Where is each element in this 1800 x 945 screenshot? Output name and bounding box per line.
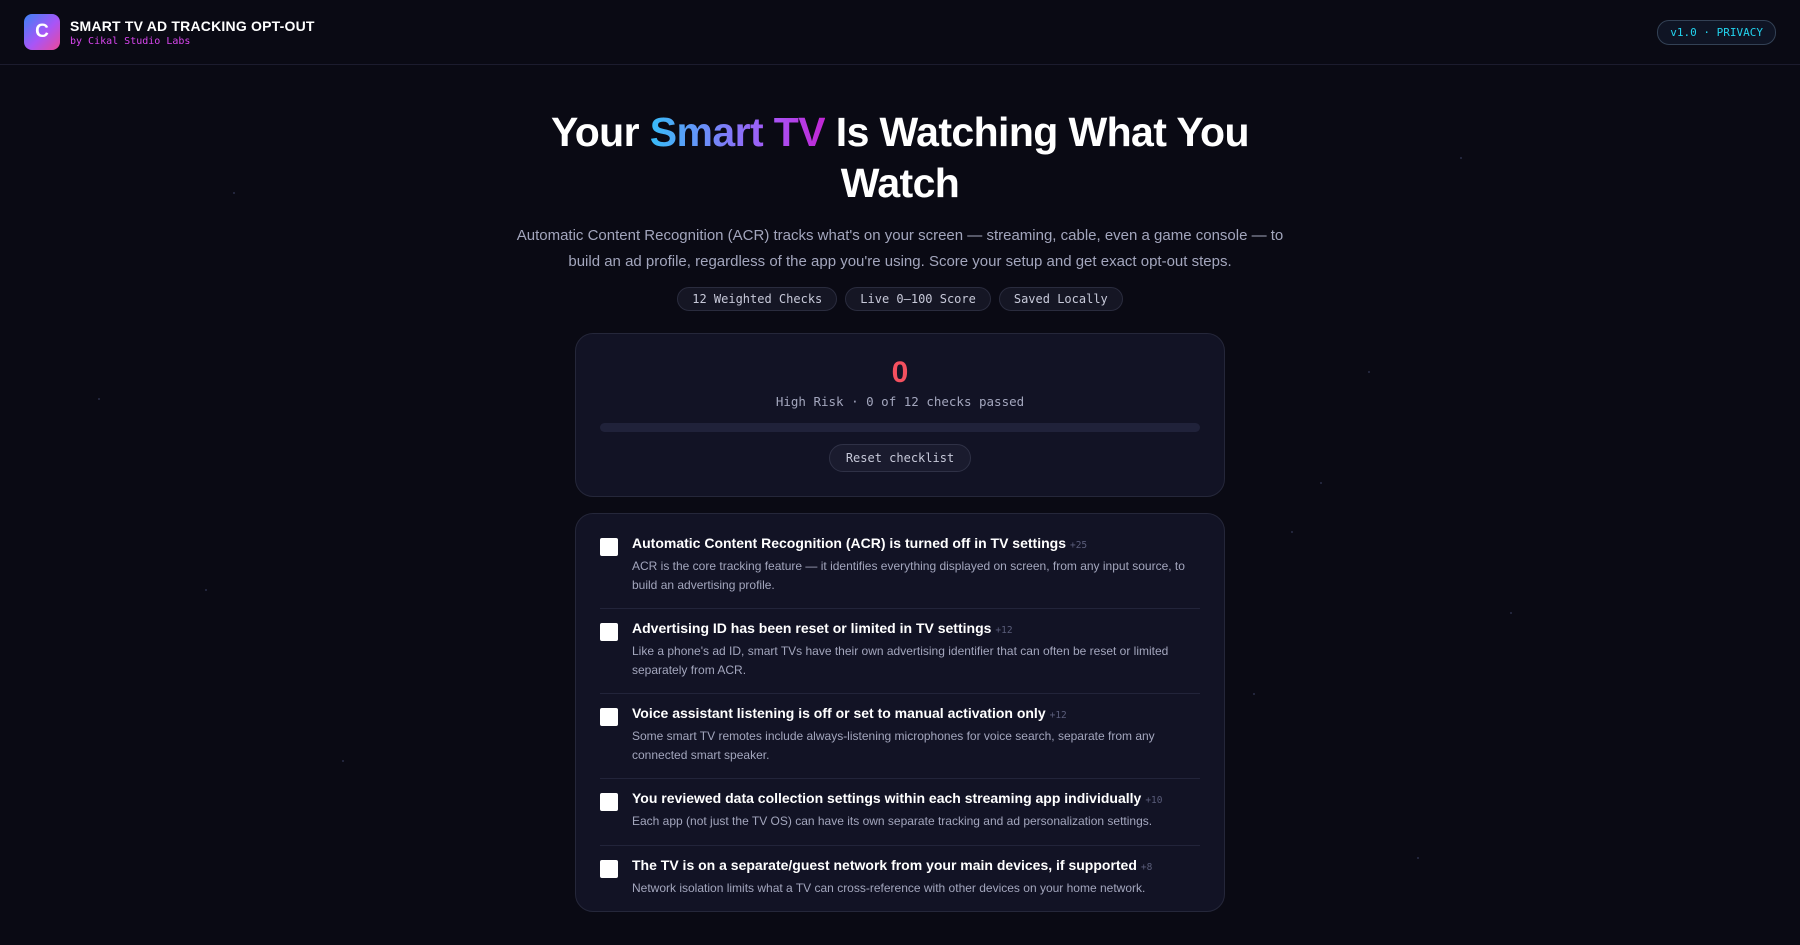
item-description: Like a phone's ad ID, smart TVs have the… bbox=[632, 644, 1169, 677]
checkbox[interactable] bbox=[600, 538, 618, 556]
reset-checklist-button[interactable]: Reset checklist bbox=[828, 444, 972, 472]
feature-pills: 12 Weighted Checks Live 0–100 Score Save… bbox=[0, 287, 1800, 311]
app-title: SMART TV AD TRACKING OPT-OUT bbox=[70, 17, 315, 34]
item-weight: +12 bbox=[1049, 710, 1067, 721]
item-description: Some smart TV remotes include always-lis… bbox=[632, 729, 1155, 762]
pill-live-score: Live 0–100 Score bbox=[845, 287, 991, 311]
score-progress-bar bbox=[600, 423, 1200, 432]
checkbox[interactable] bbox=[600, 859, 618, 878]
item-title: Advertising ID has been reset or limited… bbox=[632, 620, 992, 636]
score-card: 0 High Risk · 0 of 12 checks passed Rese… bbox=[575, 333, 1225, 497]
title-highlight: Smart TV bbox=[649, 109, 826, 155]
top-bar: C SMART TV AD TRACKING OPT-OUT by Cikal … bbox=[0, 0, 1800, 65]
app-subtitle: by Cikal Studio Labs bbox=[70, 35, 191, 47]
page-title: Your Smart TV Is Watching What You Watch bbox=[520, 107, 1280, 209]
brand[interactable]: C SMART TV AD TRACKING OPT-OUT by Cikal … bbox=[24, 14, 315, 50]
item-description: ACR is the core tracking feature — it id… bbox=[632, 559, 1185, 592]
item-weight: +25 bbox=[1069, 540, 1088, 551]
hero-section: Your Smart TV Is Watching What You Watch… bbox=[0, 107, 1800, 311]
checklist: Automatic Content Recognition (ACR) is t… bbox=[575, 513, 1225, 912]
checklist-item-advertising-id[interactable]: Advertising ID has been reset or limited… bbox=[600, 609, 1200, 694]
app-logo-icon: C bbox=[24, 14, 60, 50]
item-weight: +10 bbox=[1145, 795, 1163, 806]
hero-description: Automatic Content Recognition (ACR) trac… bbox=[516, 227, 1284, 270]
checklist-item-streaming-apps[interactable]: You reviewed data collection settings wi… bbox=[600, 779, 1200, 846]
item-weight: +12 bbox=[995, 625, 1013, 636]
title-part-2: Is Watching What You Watch bbox=[824, 109, 1250, 206]
checklist-item-acr[interactable]: Automatic Content Recognition (ACR) is t… bbox=[600, 524, 1200, 609]
title-part-1: Your bbox=[551, 109, 650, 155]
checkbox[interactable] bbox=[600, 708, 618, 726]
pill-saved-locally: Saved Locally bbox=[998, 287, 1123, 311]
score-value: 0 bbox=[891, 356, 909, 389]
item-title: You reviewed data collection settings wi… bbox=[632, 790, 1142, 806]
pill-weighted-checks: 12 Weighted Checks bbox=[677, 287, 838, 311]
checkbox[interactable] bbox=[600, 623, 618, 641]
checklist-item-voice-assistant[interactable]: Voice assistant listening is off or set … bbox=[600, 694, 1200, 779]
version-badge: v1.0 · PRIVACY bbox=[1657, 19, 1776, 45]
item-title: Automatic Content Recognition (ACR) is t… bbox=[632, 535, 1066, 551]
score-status: High Risk · 0 of 12 checks passed bbox=[775, 394, 1025, 409]
item-title: Voice assistant listening is off or set … bbox=[632, 705, 1046, 721]
item-title: The TV is on a separate/guest network fr… bbox=[632, 856, 1137, 873]
checklist-item-guest-network[interactable]: The TV is on a separate/guest network fr… bbox=[600, 846, 1200, 912]
checkbox[interactable] bbox=[600, 793, 618, 811]
item-description: Each app (not just the TV OS) can have i… bbox=[632, 814, 1153, 828]
item-weight: +8 bbox=[1140, 861, 1153, 873]
item-description: Network isolation limits what a TV can c… bbox=[632, 880, 1146, 895]
